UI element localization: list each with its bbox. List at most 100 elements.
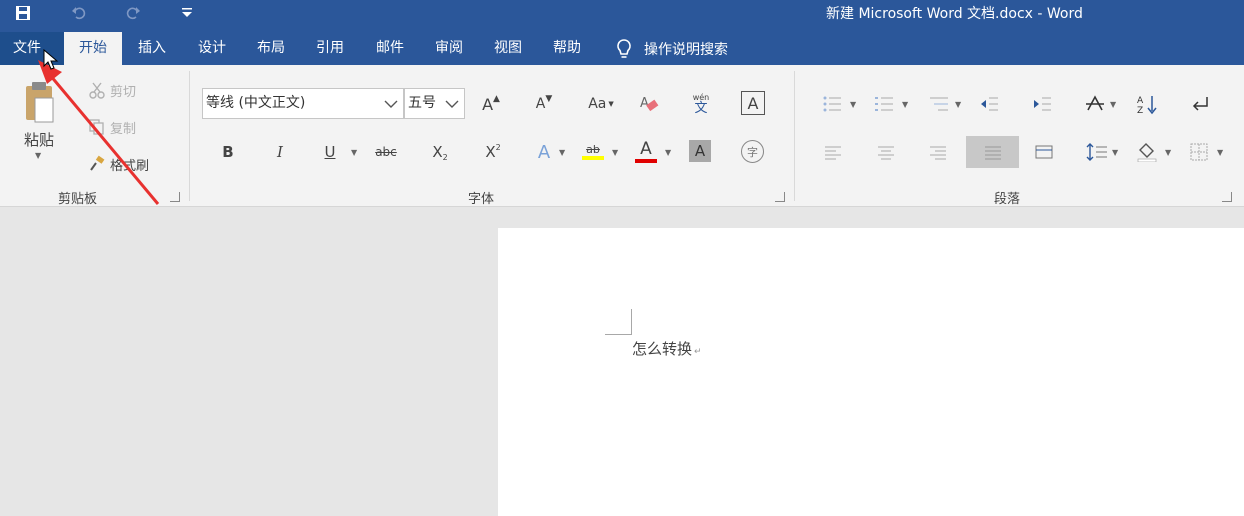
chevron-down-icon[interactable] bbox=[444, 96, 460, 112]
clear-formatting-button[interactable]: A bbox=[636, 91, 662, 117]
font-color-button[interactable]: A bbox=[633, 137, 659, 165]
superscript-button[interactable]: X2 bbox=[479, 139, 507, 165]
underline-button[interactable]: U bbox=[318, 139, 342, 165]
line-spacing-dropdown-icon[interactable]: ▼ bbox=[1112, 148, 1118, 157]
paste-button[interactable] bbox=[14, 77, 64, 129]
bullets-button[interactable] bbox=[817, 91, 847, 117]
ribbon-tab-bar: 文件 开始 插入 设计 布局 引用 邮件 审阅 视图 帮助 操作说明搜索 bbox=[0, 32, 1244, 65]
tab-home[interactable]: 开始 bbox=[64, 32, 122, 65]
tab-design[interactable]: 设计 bbox=[198, 32, 226, 65]
borders-dropdown-icon[interactable]: ▼ bbox=[1217, 148, 1223, 157]
paragraph-dialog-launcher[interactable] bbox=[1222, 192, 1232, 202]
tab-references[interactable]: 引用 bbox=[316, 32, 344, 65]
character-shading-button[interactable]: A bbox=[689, 140, 711, 162]
tab-insert[interactable]: 插入 bbox=[138, 32, 166, 65]
highlight-button[interactable]: ab bbox=[580, 137, 606, 165]
distributed-button[interactable] bbox=[1031, 139, 1057, 165]
borders-icon bbox=[1190, 143, 1208, 161]
asian-layout-dropdown-icon[interactable]: ▼ bbox=[1110, 100, 1116, 109]
copy-icon bbox=[89, 119, 104, 135]
title-bar: 新建 Microsoft Word 文档.docx - Word bbox=[0, 0, 1244, 32]
document-paragraph[interactable]: 怎么转换 ↵ bbox=[632, 338, 702, 359]
font-color-label: A bbox=[640, 138, 652, 159]
shading-dropdown-icon[interactable]: ▼ bbox=[1165, 148, 1171, 157]
highlight-label: ab bbox=[586, 142, 600, 156]
align-center-button[interactable] bbox=[874, 139, 898, 165]
chevron-down-icon[interactable] bbox=[383, 96, 399, 112]
format-painter-button[interactable]: 格式刷 bbox=[88, 153, 149, 175]
tab-file[interactable]: 文件 bbox=[0, 32, 64, 65]
bold-button[interactable]: B bbox=[216, 139, 240, 165]
tab-mailings[interactable]: 邮件 bbox=[376, 32, 404, 65]
redo-button[interactable] bbox=[118, 0, 148, 26]
multilevel-list-button[interactable] bbox=[924, 91, 954, 117]
show-formatting-marks-button[interactable] bbox=[1187, 91, 1213, 117]
shading-button[interactable] bbox=[1134, 137, 1160, 165]
highlight-dropdown-icon[interactable]: ▼ bbox=[612, 148, 618, 157]
font-dialog-launcher[interactable] bbox=[775, 192, 785, 202]
paragraph-mark-icon: ↵ bbox=[694, 347, 702, 357]
subscript-mark: 2 bbox=[442, 152, 448, 162]
change-case-button[interactable]: Aa ▼ bbox=[584, 91, 618, 117]
strikethrough-button[interactable]: abc bbox=[372, 139, 400, 165]
font-group-label: 字体 bbox=[468, 192, 495, 207]
clipboard-dialog-launcher[interactable] bbox=[170, 192, 180, 202]
font-color-dropdown-icon[interactable]: ▼ bbox=[665, 148, 671, 157]
subscript-button[interactable]: X2 bbox=[426, 139, 454, 165]
cut-button[interactable]: 剪切 bbox=[88, 79, 136, 101]
increase-indent-icon bbox=[1034, 97, 1051, 111]
decrease-indent-button[interactable] bbox=[976, 91, 1002, 117]
enclose-characters-button[interactable]: 字 bbox=[741, 140, 764, 163]
shrink-font-button[interactable]: A ▼ bbox=[531, 91, 557, 117]
tab-layout[interactable]: 布局 bbox=[257, 32, 285, 65]
svg-text:A: A bbox=[640, 96, 649, 111]
paste-icon bbox=[26, 82, 54, 123]
svg-text:A: A bbox=[1137, 96, 1144, 106]
text-effects-button[interactable]: A bbox=[531, 139, 557, 165]
grow-font-button[interactable]: A ▲ bbox=[478, 91, 504, 117]
asian-layout-button[interactable] bbox=[1082, 91, 1108, 117]
ribbon-home: 粘贴 ▼ 剪切 复制 格式刷 剪贴板 等线 (中文正文) 五号 A ▲ A ▼ Aa… bbox=[0, 65, 1244, 207]
font-name-combo[interactable]: 等线 (中文正文) bbox=[202, 88, 404, 119]
save-button[interactable] bbox=[8, 0, 38, 26]
undo-icon bbox=[72, 7, 86, 20]
paste-dropdown-icon[interactable]: ▼ bbox=[35, 151, 41, 160]
numbering-button[interactable] bbox=[869, 91, 899, 117]
justify-icon bbox=[984, 146, 1001, 160]
increase-indent-button[interactable] bbox=[1029, 91, 1055, 117]
paragraph-mark-icon bbox=[1192, 97, 1208, 111]
tab-help[interactable]: 帮助 bbox=[553, 32, 581, 65]
customize-quick-access-button[interactable] bbox=[172, 0, 202, 26]
font-size-combo[interactable]: 五号 bbox=[404, 88, 465, 119]
phonetic-guide-button[interactable]: wén 文 bbox=[688, 89, 714, 119]
sort-button[interactable]: AZ bbox=[1134, 91, 1160, 117]
tab-review[interactable]: 审阅 bbox=[435, 32, 463, 65]
document-page[interactable] bbox=[498, 228, 1244, 516]
window-title: 新建 Microsoft Word 文档.docx - Word bbox=[826, 6, 1083, 22]
tell-me-search[interactable]: 操作说明搜索 bbox=[612, 32, 728, 65]
character-border-button[interactable]: A bbox=[741, 91, 765, 115]
clipboard-group-label: 剪贴板 bbox=[58, 192, 98, 207]
underline-dropdown-icon[interactable]: ▼ bbox=[351, 148, 357, 157]
undo-button[interactable] bbox=[64, 0, 94, 26]
text-effects-dropdown-icon[interactable]: ▼ bbox=[559, 148, 565, 157]
align-right-button[interactable] bbox=[926, 139, 950, 165]
line-spacing-button[interactable] bbox=[1084, 139, 1110, 165]
borders-button[interactable] bbox=[1186, 139, 1212, 165]
font-color-bar bbox=[635, 158, 657, 163]
multilevel-dropdown-icon[interactable]: ▼ bbox=[955, 100, 961, 109]
document-text: 怎么转换 bbox=[632, 340, 693, 358]
align-left-button[interactable] bbox=[821, 139, 845, 165]
paste-label: 粘贴 bbox=[23, 130, 54, 149]
tab-view[interactable]: 视图 bbox=[494, 32, 522, 65]
subscript-label: X bbox=[432, 143, 443, 161]
justify-button[interactable] bbox=[966, 136, 1019, 168]
character-border-label: A bbox=[747, 93, 759, 113]
copy-button[interactable]: 复制 bbox=[88, 116, 136, 138]
save-icon bbox=[16, 6, 30, 20]
shrink-font-label: A bbox=[535, 96, 546, 112]
numbering-dropdown-icon[interactable]: ▼ bbox=[902, 100, 908, 109]
bullets-dropdown-icon[interactable]: ▼ bbox=[850, 100, 856, 109]
italic-button[interactable]: I bbox=[268, 139, 292, 165]
paragraph-group-label: 段落 bbox=[994, 192, 1021, 207]
